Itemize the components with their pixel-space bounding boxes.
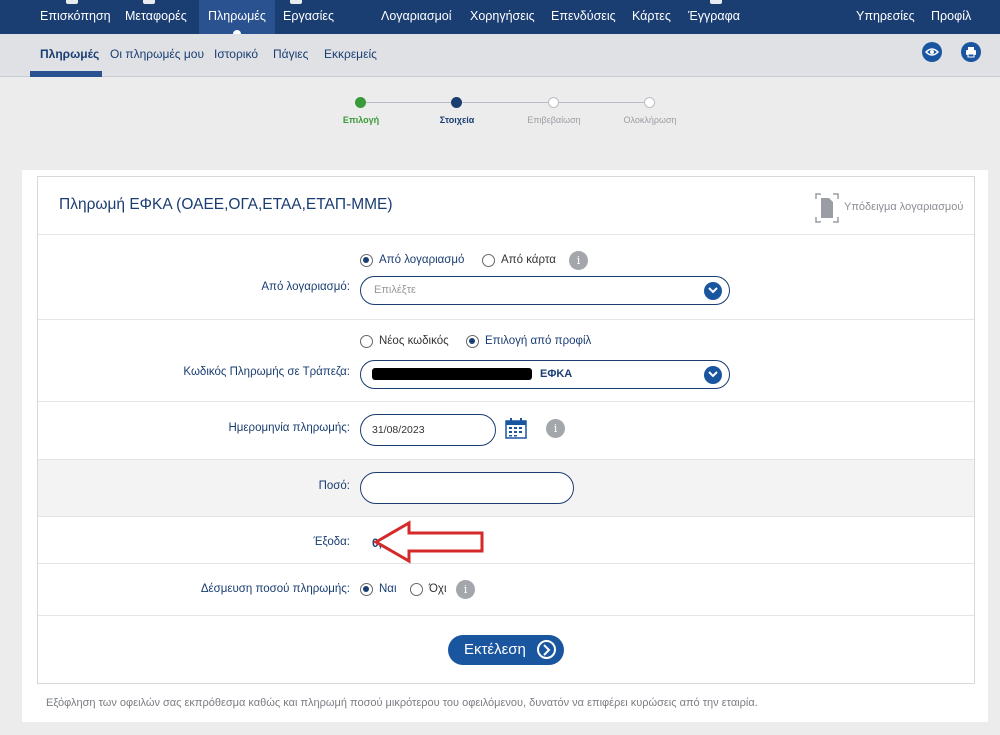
step-label-1: Επιλογή (342, 115, 380, 125)
hold-amount-label: Δέσμευση ποσού πληρωμής: (200, 583, 350, 595)
step-connector (366, 102, 452, 103)
nav-item-overview[interactable]: Επισκόπηση (40, 0, 111, 34)
payment-code-row: Νέος κωδικός Επιλογή από προφίλ Κωδικός … (38, 319, 974, 401)
nav-item-investments[interactable]: Επενδύσεις (551, 0, 616, 34)
sample-bill-label: Υπόδειγμα λογαριασμού (844, 201, 964, 213)
step-dot-4 (644, 97, 655, 108)
calendar-icon[interactable] (505, 418, 527, 439)
step-label-3: Επιβεβαίωση (527, 115, 581, 125)
nav-item-documents[interactable]: Έγγραφα (688, 0, 740, 34)
subnav-item-standing[interactable]: Πάγιες (273, 47, 308, 61)
info-icon[interactable]: i (456, 580, 475, 599)
progress-stepper: Επιλογή Στοιχεία Επιβεβαίωση Ολοκλήρωση (0, 95, 1000, 135)
step-dot-1 (355, 97, 366, 108)
execute-button[interactable]: Εκτέλεση (448, 635, 564, 665)
disclaimer-text: Εξόφληση των οφειλών σας εκπρόθεσμα καθώ… (46, 697, 758, 709)
payment-form-card: Πληρωμή ΕΦΚΑ (ΟΑΕΕ,ΟΓΑ,ΕΤΑΑ,ΕΤΑΠ-ΜΜΕ) Υπ… (37, 176, 975, 684)
nav-item-accounts[interactable]: Λογαριασμοί (381, 0, 452, 34)
fees-label: Έξοδα: (313, 536, 351, 548)
arrow-right-icon (537, 640, 556, 659)
annotation-arrow-icon (372, 520, 484, 564)
info-icon[interactable]: i (569, 251, 588, 270)
document-icon (815, 193, 839, 223)
decorative-bar (30, 71, 102, 77)
account-select-placeholder: Επιλέξτε (374, 284, 416, 296)
payment-date-label: Ημερομηνία πληρωμής: (228, 422, 350, 434)
top-nav: Επισκόπηση Μεταφορές Πληρωμές Εργασίες Λ… (0, 0, 1000, 38)
info-icon[interactable]: i (546, 419, 565, 438)
source-account-label: Από λογαριασμό: (261, 281, 350, 293)
payment-date-value: 31/08/2023 (372, 424, 425, 436)
step-label-4: Ολοκλήρωση (623, 115, 677, 125)
eye-icon[interactable] (922, 42, 942, 62)
chevron-down-icon (704, 366, 722, 384)
nav-item-profile[interactable]: Προφίλ (931, 0, 971, 34)
amount-input[interactable] (360, 472, 574, 504)
form-title: Πληρωμή ΕΦΚΑ (ΟΑΕΕ,ΟΓΑ,ΕΤΑΑ,ΕΤΑΠ-ΜΜΕ) (59, 196, 393, 213)
account-select[interactable]: Επιλέξτε (360, 276, 730, 305)
payment-code-select[interactable]: ΕΦΚΑ (360, 360, 730, 389)
amount-label: Ποσό: (318, 480, 350, 492)
nav-item-transfers[interactable]: Μεταφορές (125, 0, 187, 34)
source-row: Από λογαριασμό Από κάρτα i Από λογαριασμ… (38, 234, 974, 319)
payment-date-field[interactable]: 31/08/2023 (360, 414, 496, 446)
nav-item-services[interactable]: Υπηρεσίες (856, 0, 915, 34)
redacted-text (372, 368, 532, 380)
step-label-2: Στοιχεία (439, 115, 475, 125)
subnav-item-pending[interactable]: Εκκρεμείς (324, 47, 377, 61)
payment-code-label: Κωδικός Πληρωμής σε Τράπεζα: (183, 366, 350, 378)
subnav-item-history[interactable]: Ιστορικό (214, 47, 258, 61)
subnav-item-my-payments[interactable]: Οι πληρωμές μου (110, 47, 204, 61)
sub-nav: Πληρωμές Οι πληρωμές μου Ιστορικό Πάγιες… (0, 34, 1000, 77)
step-dot-2 (451, 97, 462, 108)
payment-code-value: ΕΦΚΑ (540, 368, 573, 380)
hold-row: Δέσμευση ποσού πληρωμής: Ναι Όχι i (38, 563, 974, 615)
step-connector (559, 102, 645, 103)
execute-button-label: Εκτέλεση (464, 641, 526, 658)
chevron-down-icon (704, 282, 722, 300)
step-connector (462, 102, 548, 103)
nav-item-payments[interactable]: Πληρωμές (199, 0, 275, 38)
date-row: Ημερομηνία πληρωμής: 31/08/2023 i (38, 401, 974, 459)
step-dot-3 (548, 97, 559, 108)
nav-item-cards[interactable]: Κάρτες (632, 0, 671, 34)
subnav-item-payments[interactable]: Πληρωμές (40, 47, 99, 61)
amount-row: Ποσό: (38, 459, 974, 516)
fees-row: Έξοδα: 0,30 (38, 516, 974, 563)
nav-item-tasks[interactable]: Εργασίες (283, 0, 334, 34)
printer-icon[interactable] (961, 42, 981, 62)
nav-item-loans[interactable]: Χορηγήσεις (470, 0, 535, 34)
